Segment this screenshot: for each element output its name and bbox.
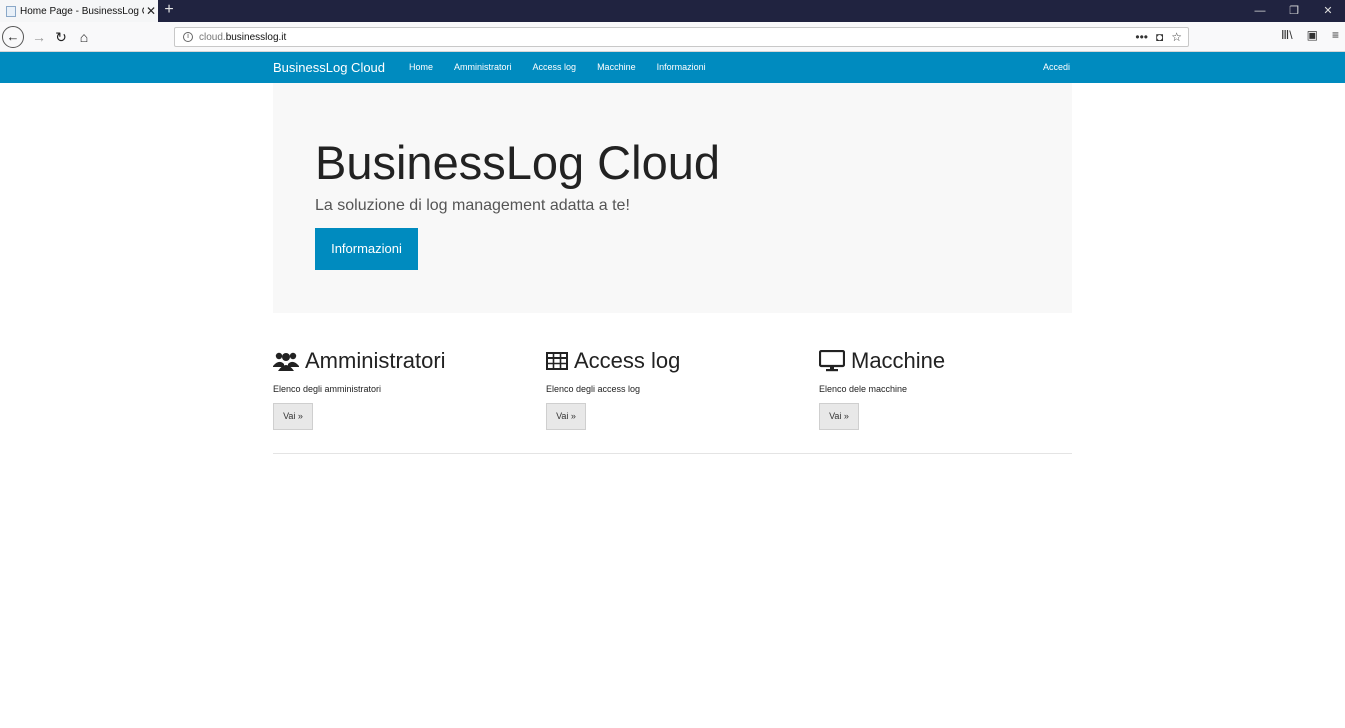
section-amministratori: Amministratori Elenco degli amministrato… bbox=[273, 346, 513, 430]
tab-close-icon[interactable]: ✕ bbox=[144, 4, 158, 18]
site-info-icon[interactable]: i bbox=[183, 32, 193, 42]
home-icon[interactable]: ⌂ bbox=[73, 26, 95, 48]
vai-button[interactable]: Vai » bbox=[273, 403, 313, 430]
section-description: Elenco dele macchine bbox=[819, 384, 908, 394]
hero-jumbotron: BusinessLog Cloud La soluzione di log ma… bbox=[273, 83, 1072, 313]
pocket-icon[interactable]: ◘ bbox=[1156, 30, 1163, 44]
main-menu: Home Amministratori Access log Macchine … bbox=[409, 52, 727, 83]
site-navbar: BusinessLog Cloud Home Amministratori Ac… bbox=[0, 52, 1345, 83]
section-description: Elenco degli access log bbox=[546, 384, 641, 394]
section-description: Elenco degli amministratori bbox=[273, 384, 382, 394]
page-actions-icon[interactable]: ••• bbox=[1135, 30, 1148, 44]
browser-tab[interactable]: Home Page - BusinessLog Cloud ✕ bbox=[0, 0, 158, 22]
nav-macchine[interactable]: Macchine bbox=[597, 52, 636, 83]
hero-title: BusinessLog Cloud bbox=[315, 136, 720, 189]
content-divider bbox=[273, 453, 1072, 454]
address-bar[interactable]: i cloud. businesslog.it ••• ◘ ☆ bbox=[174, 27, 1189, 47]
forward-arrow-icon[interactable]: → bbox=[28, 26, 50, 48]
back-arrow-icon[interactable]: ← bbox=[2, 26, 24, 48]
nav-access-log[interactable]: Access log bbox=[533, 52, 577, 83]
tab-title: Home Page - BusinessLog Cloud bbox=[20, 5, 144, 17]
vai-button[interactable]: Vai » bbox=[819, 403, 859, 430]
section-title: Access log bbox=[574, 348, 681, 373]
hamburger-menu-icon[interactable]: ≡ bbox=[1332, 28, 1339, 42]
section-heading: Macchine bbox=[819, 346, 1059, 376]
minimize-button[interactable]: — bbox=[1243, 0, 1277, 22]
page-favicon-icon bbox=[6, 5, 16, 17]
window-controls: — ❐ ✕ bbox=[1243, 0, 1345, 22]
bookmark-star-icon[interactable]: ☆ bbox=[1171, 30, 1182, 44]
vai-button[interactable]: Vai » bbox=[546, 403, 586, 430]
section-heading: Amministratori bbox=[273, 346, 513, 376]
informazioni-button[interactable]: Informazioni bbox=[315, 228, 418, 270]
section-access-log: Access log Elenco degli access log Vai » bbox=[546, 346, 786, 430]
library-icon[interactable]: Ⅲ\ bbox=[1281, 28, 1293, 42]
brand-link[interactable]: BusinessLog Cloud bbox=[273, 52, 385, 83]
login-link[interactable]: Accedi bbox=[1043, 52, 1070, 83]
nav-amministratori[interactable]: Amministratori bbox=[454, 52, 512, 83]
url-actions: ••• ◘ ☆ bbox=[1135, 30, 1182, 44]
nav-home[interactable]: Home bbox=[409, 52, 433, 83]
new-tab-button[interactable]: + bbox=[162, 1, 176, 21]
close-window-button[interactable]: ✕ bbox=[1311, 0, 1345, 22]
users-icon bbox=[273, 352, 299, 371]
reload-icon[interactable]: ↻ bbox=[50, 26, 72, 48]
monitor-icon bbox=[819, 350, 845, 372]
nav-informazioni[interactable]: Informazioni bbox=[657, 52, 706, 83]
section-title: Macchine bbox=[851, 348, 946, 373]
table-icon bbox=[546, 352, 568, 370]
browser-toolbar: ← → ↻ ⌂ i cloud. businesslog.it ••• ◘ ☆ Ⅲ… bbox=[0, 22, 1345, 52]
browser-tabbar: Home Page - BusinessLog Cloud ✕ + — ❐ ✕ bbox=[0, 0, 1345, 22]
sidebar-icon[interactable]: ▣ bbox=[1307, 28, 1318, 42]
hero-subtitle: La soluzione di log management adatta a … bbox=[315, 197, 630, 214]
browser-right-tools: Ⅲ\ ▣ ≡ bbox=[1281, 28, 1339, 42]
restore-button[interactable]: ❐ bbox=[1277, 0, 1311, 22]
section-heading: Access log bbox=[546, 346, 786, 376]
section-title: Amministratori bbox=[305, 348, 446, 373]
section-macchine: Macchine Elenco dele macchine Vai » bbox=[819, 346, 1059, 430]
url-prefix: cloud. bbox=[199, 31, 226, 43]
url-domain: businesslog.it bbox=[225, 31, 287, 43]
